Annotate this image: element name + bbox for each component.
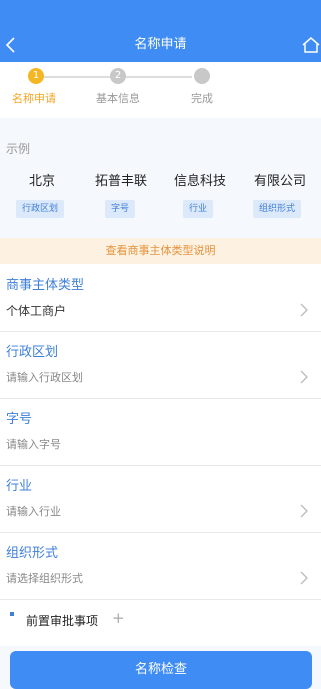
chevron-right-icon (300, 303, 308, 317)
step-1-dot: 1 (28, 68, 44, 84)
example-word-org-form: 有限公司 (253, 174, 306, 189)
example-title: 示例 (6, 142, 31, 156)
step-3-dot (194, 68, 210, 84)
step-2-dot: 2 (110, 68, 126, 84)
industry-field[interactable]: 行业 请输入行业 (0, 465, 321, 533)
region-input[interactable]: 请输入行政区划 (6, 369, 83, 385)
step-3-label: 完成 (191, 92, 213, 105)
example-tag-industry: 行业 (183, 200, 214, 218)
region-field[interactable]: 行政区划 请输入行政区划 (0, 331, 321, 399)
example-tag-trade-name: 字号 (105, 200, 136, 218)
trade-name-label: 字号 (6, 412, 33, 427)
org-form-select[interactable]: 请选择组织形式 (6, 570, 83, 586)
trade-name-field[interactable]: 字号 请输入字号 (0, 398, 321, 466)
industry-label: 行业 (6, 479, 33, 494)
trade-name-input[interactable]: 请输入字号 (6, 436, 61, 452)
example-word-trade-name: 拓普丰联 (94, 174, 147, 189)
example-word-industry: 信息科技 (173, 174, 226, 189)
step-connector (126, 76, 192, 78)
org-form-label: 组织形式 (6, 546, 59, 561)
pre-approval-label: 前置审批事项 (26, 614, 99, 628)
name-check-button[interactable]: 名称检查 (10, 651, 312, 689)
chevron-right-icon (300, 370, 308, 384)
example-tag-org-form: 组织形式 (253, 200, 302, 218)
org-form-field[interactable]: 组织形式 请选择组织形式 (0, 532, 321, 600)
entity-type-label: 商事主体类型 (6, 278, 85, 293)
step-2-label: 基本信息 (96, 92, 140, 105)
home-icon[interactable] (301, 36, 321, 54)
name-application-form: 商事主体类型 个体工商户 行政区划 请输入行政区划 字号 请输入字号 行业 请输… (0, 264, 321, 646)
example-tag-region: 行政区划 (16, 200, 65, 218)
bullet-marker (10, 612, 14, 616)
chevron-right-icon (300, 504, 308, 518)
region-label: 行政区划 (6, 345, 59, 360)
pre-approval-row[interactable]: 前置审批事项 + (0, 604, 321, 638)
add-icon[interactable]: + (112, 609, 125, 627)
progress-steps: 1 2 名称申请 基本信息 完成 (0, 62, 321, 118)
page-title: 名称申请 (134, 37, 187, 52)
entity-type-field[interactable]: 商事主体类型 个体工商户 (0, 264, 321, 332)
step-1-label: 名称申请 (12, 92, 56, 105)
step-connector (44, 76, 110, 78)
example-word-region: 北京 (28, 174, 55, 189)
app-header: 名称申请 (0, 0, 321, 62)
entity-type-help-link[interactable]: 查看商事主体类型说明 (0, 238, 321, 264)
entity-type-value: 个体工商户 (6, 304, 67, 318)
chevron-right-icon (300, 571, 308, 585)
industry-input[interactable]: 请输入行业 (6, 503, 61, 519)
